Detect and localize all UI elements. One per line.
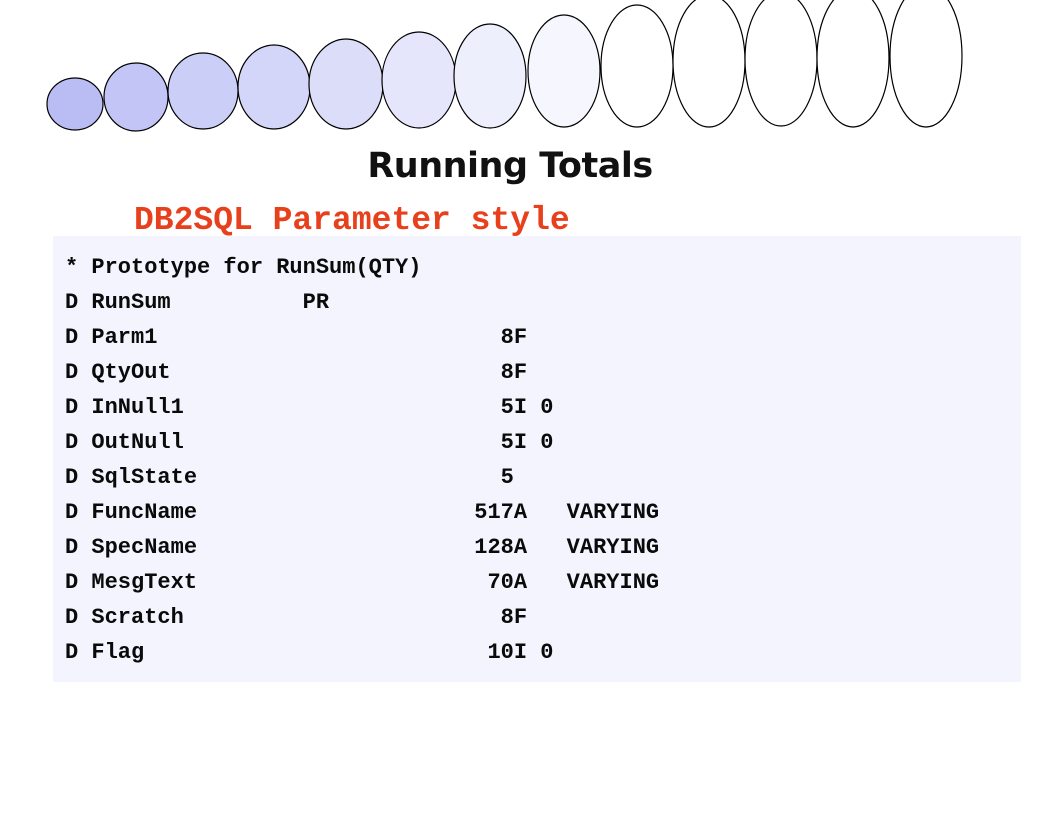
decorative-oval	[600, 4, 674, 128]
code-line-outnull: D OutNull 5I 0	[65, 430, 554, 455]
decorative-oval	[46, 77, 104, 131]
code-line-comment: * Prototype for RunSum(QTY)	[65, 255, 422, 280]
code-block: * Prototype for RunSum(QTY) D RunSum PR …	[53, 236, 1021, 682]
code-line-innull1: D InNull1 5I 0	[65, 395, 554, 420]
decorative-oval	[744, 0, 818, 127]
decorative-oval	[527, 14, 601, 128]
slide-title: Running Totals	[367, 146, 653, 186]
decorative-oval	[167, 52, 239, 130]
code-line-scratch: D Scratch 8F	[65, 605, 528, 630]
decorative-oval	[381, 31, 457, 129]
decorative-oval	[237, 44, 311, 130]
code-line-parm1: D Parm1 8F	[65, 325, 528, 350]
code-line-sqlstate: D SqlState 5	[65, 465, 514, 490]
code-line-flag: D Flag 10I 0	[65, 640, 554, 665]
decorative-oval	[816, 0, 890, 128]
decorative-oval	[308, 38, 384, 130]
code-line-mesgtext: D MesgText 70A VARYING	[65, 570, 660, 595]
decorative-oval	[672, 0, 746, 128]
code-line-qtyout: D QtyOut 8F	[65, 360, 528, 385]
decorative-oval	[103, 62, 169, 132]
code-line-specname: D SpecName 128A VARYING	[65, 535, 660, 560]
code-line-runsum: D RunSum PR	[65, 290, 330, 315]
decorative-oval	[889, 0, 963, 128]
decorative-oval	[453, 23, 527, 129]
decorative-ovals	[46, 0, 963, 132]
code-line-funcname: D FuncName 517A VARYING	[65, 500, 660, 525]
